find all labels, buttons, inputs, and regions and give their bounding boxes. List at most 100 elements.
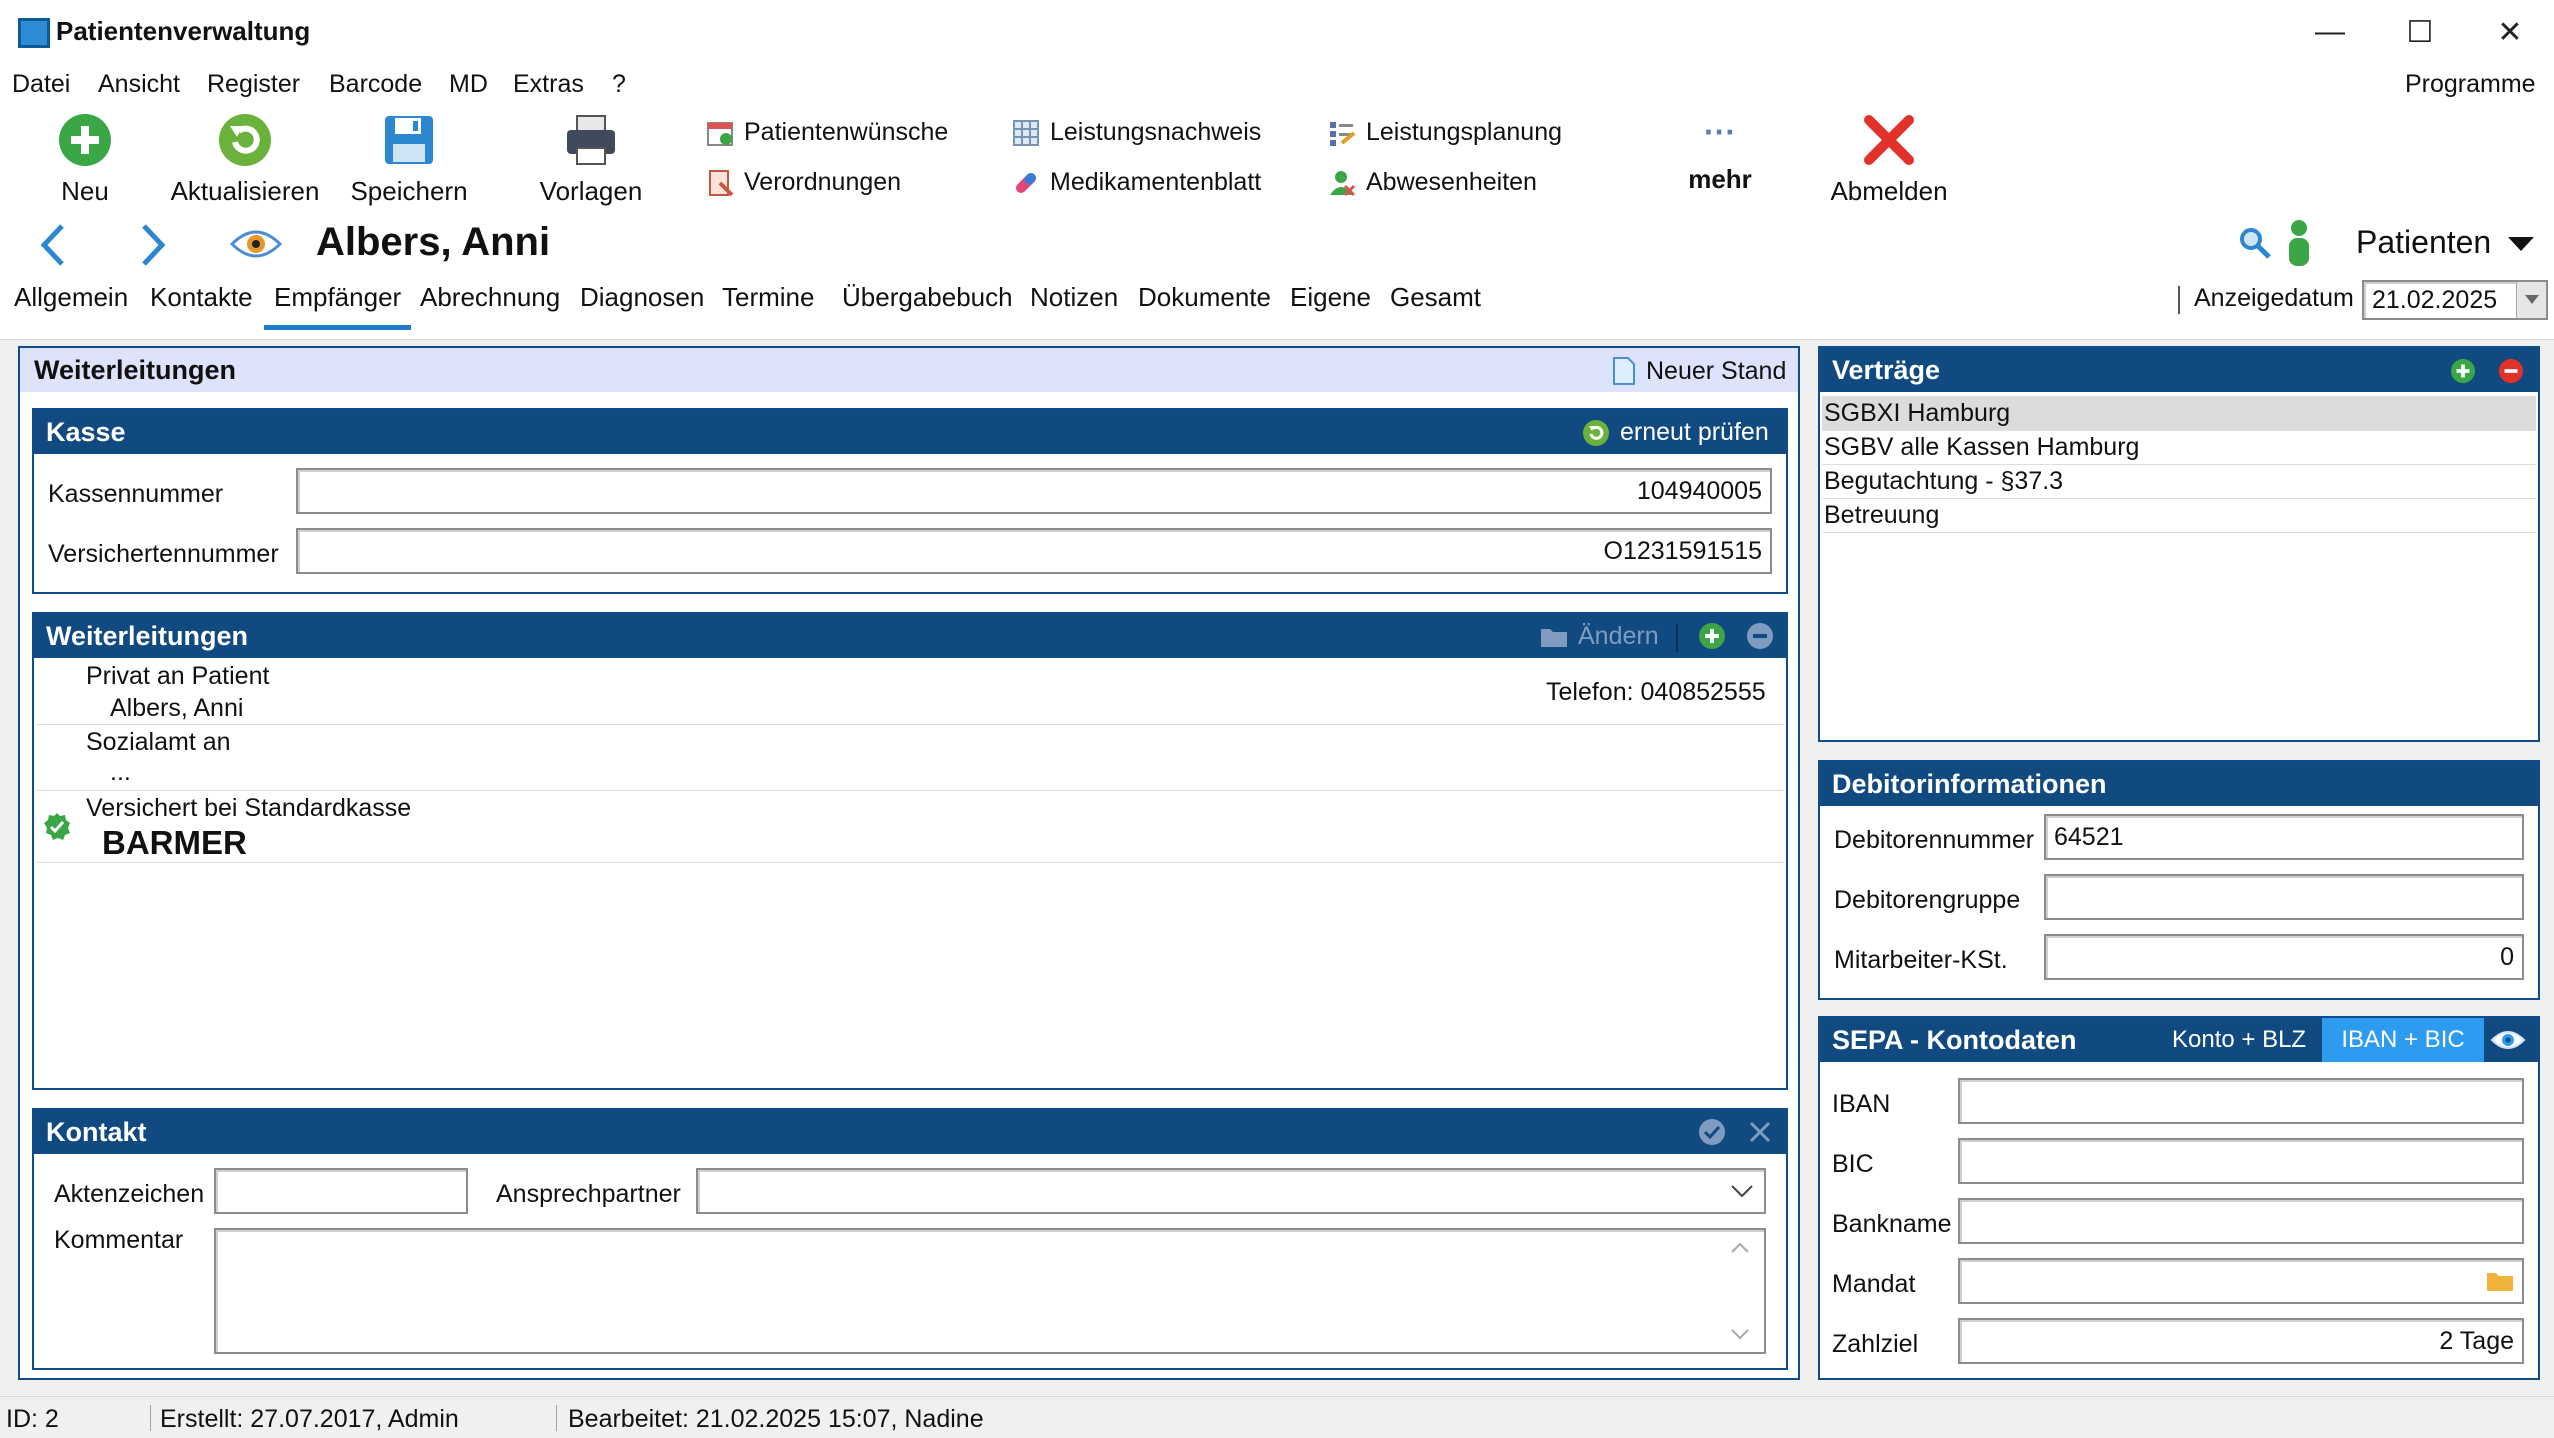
medikamentenblatt-button[interactable]: Medikamentenblatt: [1012, 168, 1261, 197]
verordnungen-label: Verordnungen: [744, 168, 902, 196]
patientenwuensche-button[interactable]: Patientenwünsche: [706, 118, 948, 147]
verordnungen-button[interactable]: Verordnungen: [706, 168, 901, 197]
weiterleitung-row-1-line1[interactable]: Privat an Patient: [86, 662, 269, 691]
tab-dokumente[interactable]: Dokumente: [1138, 280, 1271, 330]
vertrag-item[interactable]: Begutachtung - §37.3: [1824, 467, 2063, 496]
menu-help[interactable]: ?: [612, 70, 626, 99]
mehr-button[interactable]: ··· mehr: [1640, 108, 1800, 214]
tab-diagnosen[interactable]: Diagnosen: [580, 280, 704, 330]
toolbar: Neu Aktualisieren Speichern Vorlagen Pat…: [0, 108, 2554, 214]
iban-field[interactable]: [1958, 1078, 2524, 1124]
bic-field[interactable]: [1958, 1138, 2524, 1184]
remove-icon[interactable]: [1746, 622, 1774, 650]
checklist-icon: [1330, 121, 1356, 146]
erneut-pruefen-button[interactable]: erneut prüfen: [1582, 418, 1769, 447]
bankname-label: Bankname: [1832, 1210, 1952, 1238]
tab-empfaenger[interactable]: Empfänger: [264, 280, 412, 330]
eye-icon[interactable]: [2490, 1028, 2526, 1052]
menu-ansicht[interactable]: Ansicht: [98, 70, 180, 99]
leistungsnachweis-button[interactable]: Leistungsnachweis: [1012, 118, 1261, 147]
iban-bic-toggle[interactable]: IBAN + BIC: [2322, 1018, 2484, 1062]
prescription-icon: [709, 169, 734, 196]
save-icon: [385, 116, 433, 164]
person-icon: [2289, 220, 2309, 266]
aktualisieren-button[interactable]: Aktualisieren: [160, 108, 330, 214]
status-id: ID: 2: [6, 1405, 59, 1433]
tab-abrechnung[interactable]: Abrechnung: [420, 280, 560, 330]
debitorennummer-field[interactable]: 64521: [2044, 814, 2524, 860]
leistungsnachweis-label: Leistungsnachweis: [1050, 118, 1262, 146]
kassennummer-field[interactable]: 104940005: [296, 468, 1772, 514]
eye-icon[interactable]: [230, 226, 282, 262]
menu-md[interactable]: MD: [449, 70, 488, 99]
neuer-stand-button[interactable]: Neuer Stand: [1612, 356, 1786, 386]
vertrag-item[interactable]: SGBV alle Kassen Hamburg: [1824, 433, 2139, 462]
tab-notizen[interactable]: Notizen: [1030, 280, 1118, 330]
back-arrow-icon[interactable]: [36, 220, 70, 270]
tab-eigene[interactable]: Eigene: [1290, 280, 1371, 330]
debitor-title: Debitorinformationen: [1832, 769, 2107, 799]
weiterleitung-row-2-line1[interactable]: Sozialamt an: [86, 728, 231, 757]
caret-down-icon: [2508, 237, 2535, 251]
remove-icon[interactable]: [2498, 358, 2524, 384]
aendern-button[interactable]: Ändern: [1540, 622, 1659, 651]
tab-bar: Allgemein Kontakte Empfänger Abrechnung …: [0, 280, 2554, 340]
cancel-icon[interactable]: [1746, 1118, 1774, 1146]
folder-open-icon[interactable]: [2486, 1270, 2514, 1292]
konto-blz-toggle[interactable]: Konto + BLZ: [2172, 1026, 2306, 1054]
add-icon[interactable]: [2450, 358, 2476, 384]
maximize-button[interactable]: ☐: [2380, 10, 2460, 54]
menu-programme[interactable]: Programme: [2405, 70, 2536, 99]
mitarbeiter-kst-field[interactable]: 0: [2044, 934, 2524, 980]
vorlagen-button[interactable]: Vorlagen: [506, 108, 676, 214]
tab-uebergabebuch[interactable]: Übergabebuch: [842, 280, 1013, 330]
tab-gesamt[interactable]: Gesamt: [1390, 280, 1481, 330]
kommentar-textarea[interactable]: [214, 1228, 1766, 1354]
abwesenheiten-button[interactable]: Abwesenheiten: [1328, 168, 1537, 197]
add-icon[interactable]: [1698, 622, 1726, 650]
versichertennummer-field[interactable]: O1231591515: [296, 528, 1772, 574]
scroll-up-icon[interactable]: [1730, 1240, 1750, 1254]
weiterleitung-row-3-line1[interactable]: Versichert bei Standardkasse: [86, 794, 411, 823]
date-dropdown-button[interactable]: [2516, 282, 2546, 318]
scroll-down-icon[interactable]: [1730, 1328, 1750, 1342]
kommentar-label: Kommentar: [54, 1226, 184, 1254]
menu-register[interactable]: Register: [207, 70, 300, 99]
mehr-label: mehr: [1688, 164, 1752, 194]
vertrag-item[interactable]: SGBXI Hamburg: [1824, 399, 2010, 428]
patientenwuensche-label: Patientenwünsche: [744, 118, 949, 146]
neu-button[interactable]: Neu: [0, 108, 170, 214]
leistungsplanung-button[interactable]: Leistungsplanung: [1328, 118, 1562, 147]
abwesenheiten-label: Abwesenheiten: [1366, 168, 1537, 196]
ansprechpartner-select[interactable]: [696, 1168, 1766, 1214]
bankname-field[interactable]: [1958, 1198, 2524, 1244]
abmelden-button[interactable]: Abmelden: [1804, 108, 1974, 214]
confirm-icon[interactable]: [1698, 1118, 1726, 1146]
add-icon: [59, 114, 111, 166]
speichern-button[interactable]: Speichern: [324, 108, 494, 214]
tab-allgemein[interactable]: Allgemein: [14, 280, 128, 330]
zahlziel-label: Zahlziel: [1832, 1330, 1919, 1358]
row-divider: [1822, 532, 2536, 533]
mandat-field[interactable]: [1958, 1258, 2524, 1304]
menu-barcode[interactable]: Barcode: [329, 70, 422, 99]
minimize-button[interactable]: —: [2290, 10, 2370, 54]
vertrag-item[interactable]: Betreuung: [1824, 501, 1939, 530]
debitorengruppe-field[interactable]: [2044, 874, 2524, 920]
menu-extras[interactable]: Extras: [513, 70, 584, 99]
iban-label: IBAN: [1832, 1090, 1891, 1118]
menu-datei[interactable]: Datei: [12, 70, 70, 99]
forward-arrow-icon[interactable]: [136, 220, 170, 270]
module-dropdown[interactable]: Patienten: [2356, 224, 2535, 261]
aendern-label: Ändern: [1578, 622, 1659, 650]
status-divider: [556, 1405, 557, 1431]
zahlziel-field[interactable]: 2 Tage: [1958, 1318, 2524, 1364]
close-button[interactable]: ✕: [2470, 10, 2550, 54]
aktenzeichen-field[interactable]: [214, 1168, 468, 1214]
search-icon[interactable]: [2238, 226, 2272, 260]
tab-termine[interactable]: Termine: [722, 280, 814, 330]
leistungsplanung-label: Leistungsplanung: [1366, 118, 1562, 146]
tab-kontakte[interactable]: Kontakte: [150, 280, 253, 330]
anzeigedatum-field[interactable]: 21.02.2025: [2362, 280, 2548, 320]
debitor-header: Debitorinformationen: [1820, 762, 2538, 806]
